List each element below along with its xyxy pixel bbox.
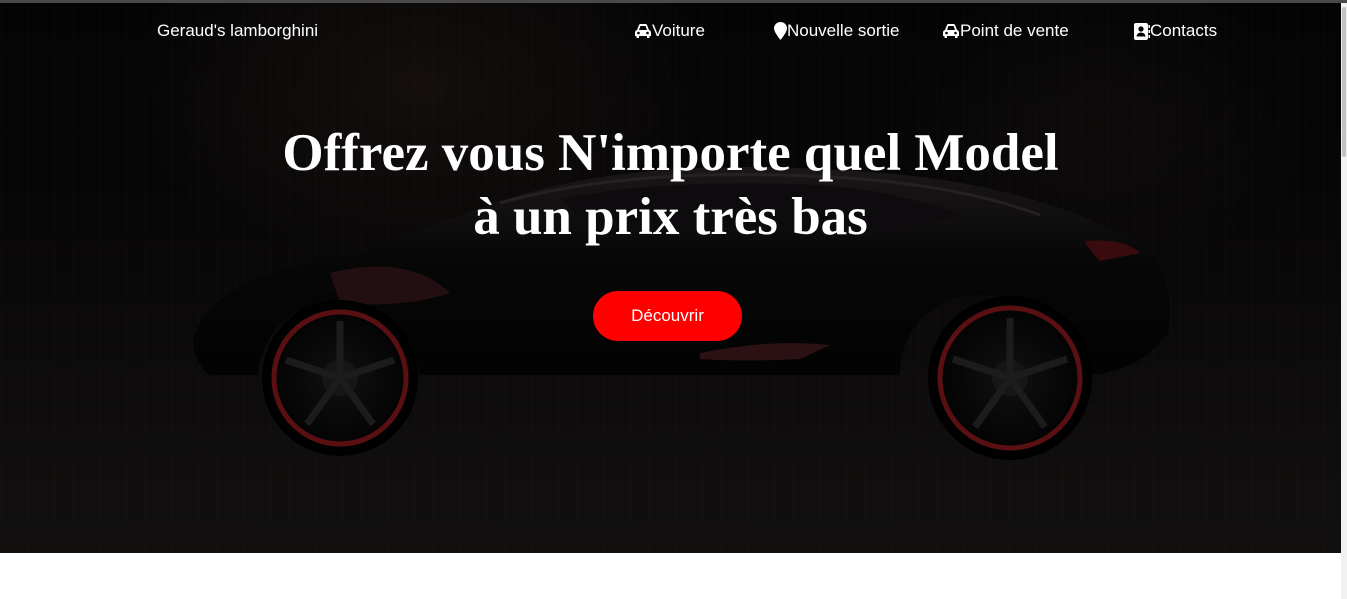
address-book-icon [1134,22,1150,40]
nav-item-contacts[interactable]: Contacts [1134,21,1217,41]
hero-title: Offrez vous N'importe quel Model à un pr… [0,121,1341,249]
nav-item-label: Point de vente [960,21,1069,40]
scrollbar-thumb[interactable] [1342,7,1346,157]
nav-item-label: Contacts [1150,21,1218,40]
brand-logo-text[interactable]: Geraud's lamborghini [157,21,318,41]
car-icon [942,23,960,39]
hero-title-line-2: à un prix très bas [473,188,868,246]
nav-item-label: Nouvelle sortie [787,21,900,40]
nav-item-nouvelle-sortie[interactable]: Nouvelle sortie [774,21,899,41]
hero-background-car-image [0,3,1341,553]
nav-item-voiture[interactable]: Voiture [634,21,705,41]
nav-item-point-de-vente[interactable]: Point de vente [942,21,1069,41]
hero-section: Geraud's lamborghini Voiture Nouvelle so… [0,3,1341,553]
nav-item-label: Voiture [652,21,705,40]
car-icon [634,23,652,39]
hero-title-line-1: Offrez vous N'importe quel Model [282,124,1059,182]
discover-button[interactable]: Découvrir [593,291,742,341]
map-pin-icon [774,22,787,40]
page-scrollbar[interactable] [1341,3,1347,599]
